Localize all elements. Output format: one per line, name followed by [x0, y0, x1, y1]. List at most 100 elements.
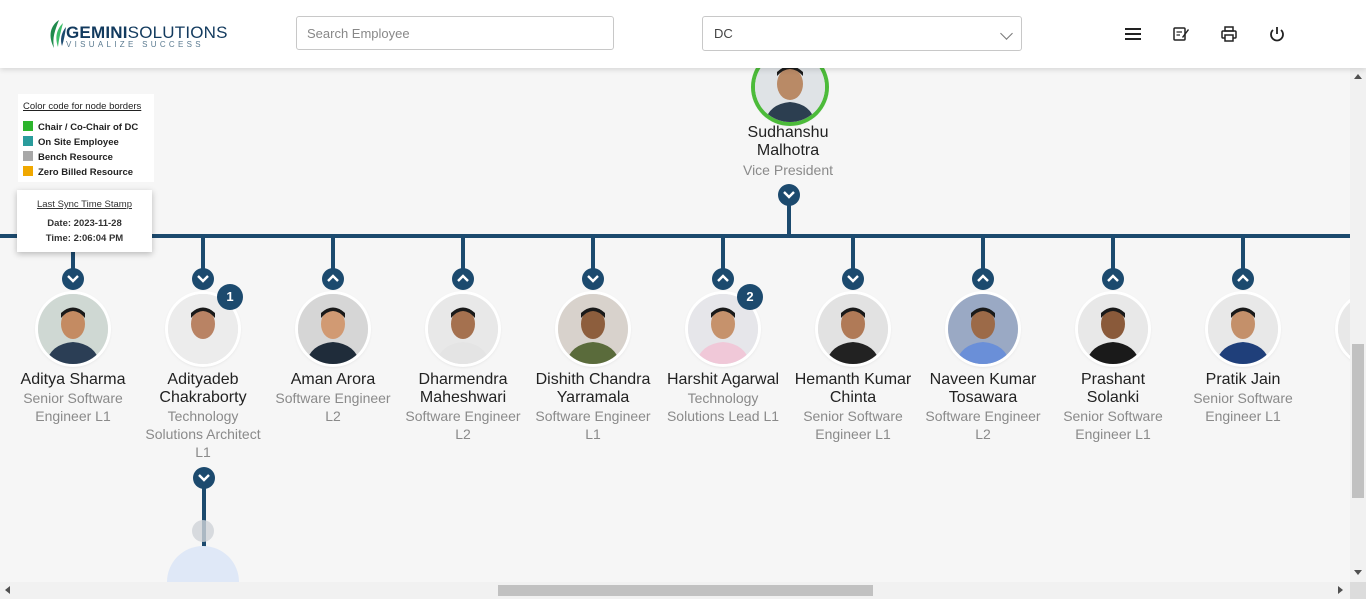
employee-title-line2: En [1311, 407, 1350, 425]
chevron-up-icon [457, 274, 469, 282]
employee-title: Technology [687, 390, 759, 406]
logo-tagline: VISUALIZE SUCCESS [66, 40, 204, 49]
employee-title-line2: Engineer L1 [1205, 408, 1281, 424]
legend-item-chair: Chair / Co-Chair of DC [23, 121, 138, 133]
horizontal-scroll-thumb[interactable] [498, 585, 873, 596]
logo-leaf-icon [50, 20, 66, 48]
edit-note-icon[interactable] [1172, 25, 1190, 43]
employee-title: Software Engineer [535, 408, 651, 424]
menu-icon[interactable] [1124, 25, 1142, 43]
company-logo[interactable]: GEMINISOLUTIONS VISUALIZE SUCCESS [46, 16, 228, 52]
employee-name: Dishith Chandra [535, 371, 651, 388]
scroll-up-arrow-icon[interactable] [1354, 74, 1362, 79]
sync-timestamp-card: Last Sync Time Stamp Date: 2023-11-28 Ti… [17, 190, 152, 252]
employee-title-line2: Solutions Lead L1 [666, 408, 780, 424]
direct-reports-badge[interactable]: 1 [217, 284, 243, 310]
root-connector [787, 204, 791, 236]
employee-avatar[interactable] [428, 294, 498, 364]
employee-avatar[interactable] [948, 294, 1018, 364]
employee-title: Software Engineer [925, 408, 1041, 424]
sub-avatar-partial[interactable] [167, 546, 239, 582]
expand-toggle[interactable] [712, 268, 734, 290]
employee-title: Senior Software [23, 390, 123, 406]
employee-name-line2: Solanki [1086, 389, 1140, 406]
chevron-up-icon [1107, 274, 1119, 282]
employee-title: Senior Software [1193, 390, 1293, 406]
employee-title: Senior Software [803, 408, 903, 424]
expand-toggle[interactable] [62, 268, 84, 290]
employee-avatar[interactable] [558, 294, 628, 364]
sync-date: Date: 2023-11-28 [47, 218, 122, 229]
department-select-value: DC [714, 26, 733, 41]
org-chart-canvas[interactable]: Sudhanshu Malhotra Vice President Aditya… [0, 68, 1350, 582]
expand-toggle[interactable] [1232, 268, 1254, 290]
legend-item-zero-billed: Zero Billed Resource [23, 166, 133, 178]
employee-name-line2: Chinta [829, 389, 877, 406]
legend-item-bench: Bench Resource [23, 151, 113, 163]
scroll-down-arrow-icon[interactable] [1354, 570, 1362, 575]
employee-name: Adityadeb [167, 371, 239, 388]
employee-title-line2: Engineer L1 [1075, 426, 1151, 442]
employee-name-line2: Yarramala [556, 389, 630, 406]
expand-toggle[interactable] [322, 268, 344, 290]
color-legend: Color code for node borders Chair / Co-C… [18, 94, 154, 182]
department-select[interactable]: DC [702, 16, 1022, 51]
employee-name: Hemanth Kumar [794, 371, 912, 388]
root-collapse-toggle[interactable] [778, 184, 800, 206]
chevron-up-icon [327, 274, 339, 282]
expand-toggle[interactable] [192, 268, 214, 290]
legend-title: Color code for node borders [23, 101, 142, 112]
root-name-line1: Sudhanshu [747, 124, 829, 141]
employee-title-line2: L2 [325, 408, 341, 424]
power-icon[interactable] [1268, 25, 1286, 43]
expand-toggle[interactable] [972, 268, 994, 290]
employee-avatar[interactable] [1078, 294, 1148, 364]
expand-toggle[interactable] [452, 268, 474, 290]
employee-name: Aditya Sharma [20, 371, 126, 388]
scroll-left-arrow-icon[interactable] [5, 586, 10, 594]
chevron-down-icon [67, 275, 79, 283]
employee-title-line2: L1 [585, 426, 601, 442]
direct-reports-badge[interactable]: 2 [737, 284, 763, 310]
employee-name: Prashant [1080, 371, 1146, 388]
search-employee-input[interactable] [296, 16, 614, 50]
employee-avatar[interactable] [818, 294, 888, 364]
scrollbar-corner [1350, 582, 1366, 599]
vertical-scroll-thumb[interactable] [1352, 344, 1364, 498]
employee-name: Harshit Agarwal [666, 371, 780, 388]
employee-name-line2: Tosawara [948, 389, 1018, 406]
employee-title-line2: Engineer L1 [35, 408, 111, 424]
print-icon[interactable] [1220, 25, 1238, 43]
root-title: Vice President [742, 162, 833, 178]
expand-toggle[interactable] [842, 268, 864, 290]
horizontal-scrollbar[interactable] [0, 582, 1350, 599]
chevron-down-icon [1000, 27, 1013, 40]
employee-title-line2: Solutions Architect [145, 426, 261, 442]
root-name-line2: Malhotra [756, 142, 820, 159]
employee-name: Sur [1308, 371, 1350, 389]
root-avatar[interactable] [755, 68, 825, 122]
scroll-right-arrow-icon[interactable] [1338, 586, 1343, 594]
employee-name: Pratik Jain [1205, 371, 1281, 388]
sub-toggle-faded[interactable] [192, 520, 214, 542]
employee-name-line2: Maheshwari [419, 389, 507, 406]
employee-title-line2: L2 [975, 426, 991, 442]
employee-avatar[interactable] [38, 294, 108, 364]
expand-toggle[interactable] [582, 268, 604, 290]
vertical-scrollbar[interactable] [1350, 68, 1366, 582]
employee-avatar[interactable] [1208, 294, 1278, 364]
sync-title: Last Sync Time Stamp [36, 199, 133, 210]
employee-avatar[interactable] [298, 294, 368, 364]
expand-toggle[interactable] [1102, 268, 1124, 290]
chevron-up-icon [1237, 274, 1249, 282]
employee-name: Dharmendra [418, 371, 508, 388]
employee-title-line3: L1 [195, 444, 211, 460]
chevron-up-icon [977, 274, 989, 282]
child-collapse-toggle[interactable] [193, 467, 215, 489]
employee-title: Technology [167, 408, 239, 424]
employee-avatar[interactable] [1338, 294, 1350, 364]
employee-name: Naveen Kumar [929, 371, 1037, 388]
legend-item-onsite: On Site Employee [23, 136, 119, 148]
chevron-up-icon [717, 274, 729, 282]
top-header: GEMINISOLUTIONS VISUALIZE SUCCESS DC [0, 0, 1366, 68]
